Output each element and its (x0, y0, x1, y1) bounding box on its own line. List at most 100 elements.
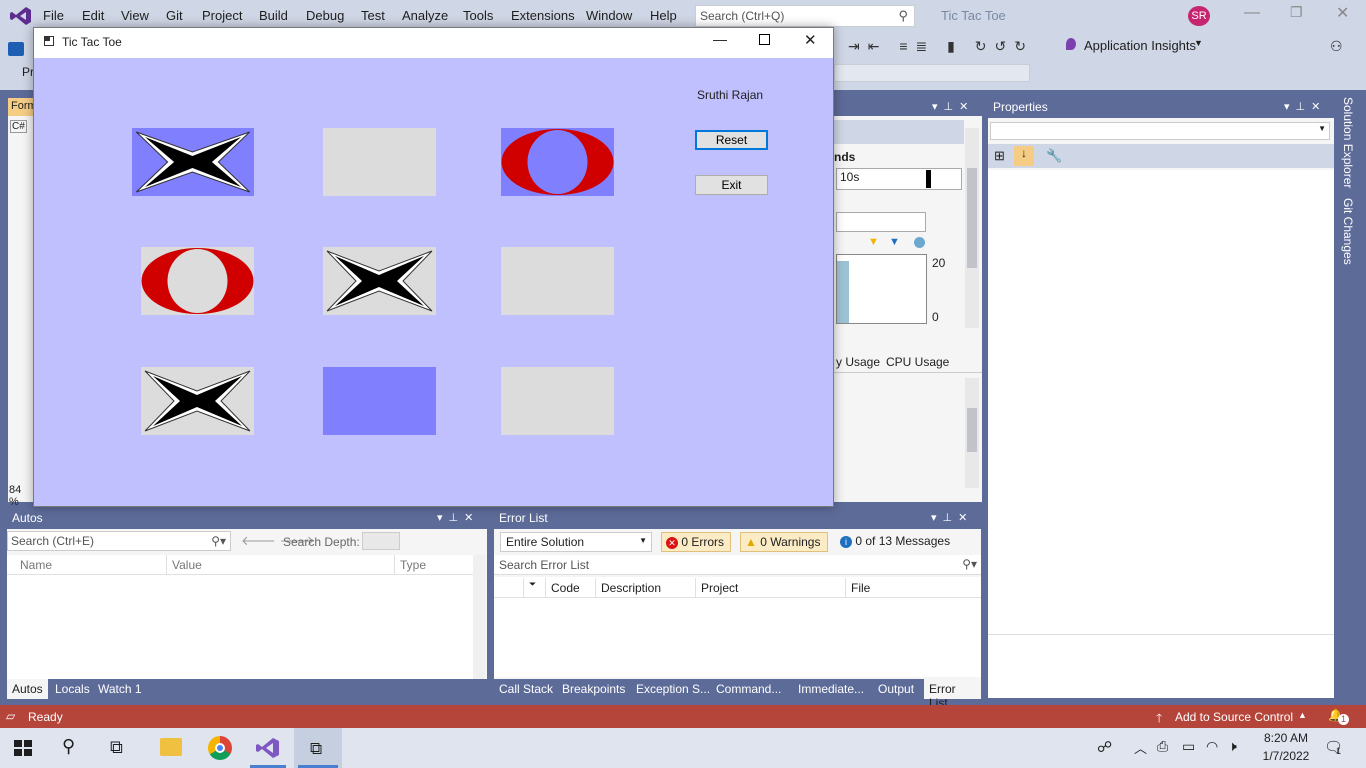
error-search-input[interactable]: Search Error List ⚲▾ (494, 555, 981, 575)
menu-window[interactable]: Window (586, 8, 632, 23)
alphabetical-icon[interactable]: ↓ (1014, 146, 1034, 166)
scope-select[interactable]: Entire Solution ▼ (500, 532, 652, 552)
tab-immediate[interactable]: Immediate... (793, 679, 869, 699)
cell-r2c2[interactable] (323, 247, 436, 315)
search-icon[interactable]: ⚲ (62, 736, 75, 757)
tab-cpu-usage[interactable]: CPU Usage (886, 355, 949, 369)
chevron-down-icon[interactable]: ▼ (1194, 38, 1203, 48)
menu-git[interactable]: Git (166, 8, 183, 23)
restore-icon[interactable]: ❐ (1290, 4, 1303, 21)
designer-tab[interactable]: Form (8, 98, 34, 116)
menu-analyze[interactable]: Analyze (402, 8, 448, 23)
messages-filter-button[interactable]: i 0 of 13 Messages (836, 532, 956, 552)
menu-view[interactable]: View (121, 8, 149, 23)
tab-output[interactable]: Output (873, 679, 919, 699)
vs-search-input[interactable]: Search (Ctrl+Q) ⚲ (695, 5, 915, 27)
people-icon[interactable]: ☍ (1097, 738, 1112, 756)
tictactoe-window: Tic Tac Toe — ✕ Sruthi Rajan Reset Exit (33, 27, 834, 507)
col-description[interactable]: Description (596, 578, 696, 598)
nav-back-icon[interactable] (8, 42, 24, 56)
cell-r1c1[interactable] (132, 128, 254, 196)
user-avatar[interactable]: SR (1188, 6, 1210, 26)
windows-start-icon[interactable] (14, 740, 32, 756)
add-to-source-control[interactable]: Add to Source Control (1175, 710, 1293, 724)
errors-filter-button[interactable]: ✕ 0 Errors (661, 532, 731, 552)
categorized-icon[interactable]: ⊞ (994, 148, 1005, 164)
minimize-icon[interactable]: — (1244, 4, 1260, 22)
chrome-icon[interactable] (208, 736, 232, 760)
tab-locals[interactable]: Locals (50, 679, 95, 699)
col-project[interactable]: Project (696, 578, 846, 598)
window-minimize-icon[interactable]: — (713, 31, 727, 47)
tab-watch[interactable]: Watch 1 (93, 679, 147, 699)
tab-breakpoints[interactable]: Breakpoints (557, 679, 630, 699)
tab-autos[interactable]: Autos (7, 679, 48, 699)
panel-controls-icons[interactable]: ▾⊥✕ (932, 100, 974, 113)
menu-help[interactable]: Help (650, 8, 677, 23)
diag-scrollbar[interactable] (965, 128, 979, 328)
window-titlebar[interactable]: Tic Tac Toe — ✕ (34, 28, 833, 58)
clock-time[interactable]: 8:20 AM (1258, 731, 1314, 745)
tab-exception-settings[interactable]: Exception S... (631, 679, 715, 699)
visual-studio-taskbar-icon[interactable] (256, 736, 280, 760)
live-share-icon[interactable]: ⚇ (1330, 38, 1343, 55)
printer-icon[interactable]: ⎙ (1157, 738, 1168, 755)
app-insights-button[interactable]: Application Insights (1084, 38, 1196, 53)
panel-controls-icons[interactable]: ▾⊥✕ (931, 511, 973, 524)
tab-command[interactable]: Command... (711, 679, 786, 699)
col-code[interactable]: Code (546, 578, 596, 598)
exit-button[interactable]: Exit (695, 175, 768, 195)
toolbar-dropdown[interactable] (834, 64, 1030, 82)
battery-icon[interactable]: ▭ (1182, 738, 1195, 755)
warnings-filter-button[interactable]: ▲ 0 Warnings (740, 532, 828, 552)
col-name[interactable]: Name (15, 555, 167, 575)
cell-r3c2[interactable] (323, 367, 436, 435)
search-depth-select[interactable] (362, 532, 400, 550)
cell-r1c2[interactable] (323, 128, 436, 196)
menu-build[interactable]: Build (259, 8, 288, 23)
window-maximize-icon[interactable] (759, 34, 770, 45)
panel-controls-icons[interactable]: ▾⊥✕ (1284, 100, 1326, 113)
show-hidden-icons[interactable]: ︿ (1134, 738, 1147, 757)
menu-extensions[interactable]: Extensions (511, 8, 575, 23)
tab-call-stack[interactable]: Call Stack (494, 679, 558, 699)
col-value[interactable]: Value (167, 555, 395, 575)
tab-error-list[interactable]: Error List (924, 679, 981, 710)
cell-r2c1[interactable] (141, 247, 254, 315)
tictactoe-taskbar-button[interactable]: ⧉ (294, 728, 342, 768)
zoom-level[interactable]: 84 % (9, 484, 34, 508)
menu-tools[interactable]: Tools (463, 8, 493, 23)
menu-test[interactable]: Test (361, 8, 385, 23)
autos-scrollbar[interactable] (473, 555, 485, 679)
solution-explorer-tab[interactable]: Solution Explorer (1341, 97, 1355, 188)
diag-input[interactable] (836, 212, 926, 232)
cell-r2c3[interactable] (501, 247, 614, 315)
property-pages-icon[interactable]: 🔧 (1046, 148, 1062, 164)
git-changes-tab[interactable]: Git Changes (1341, 198, 1355, 265)
autos-search-input[interactable]: Search (Ctrl+E) ⚲▾ (7, 531, 231, 551)
cell-r3c1[interactable] (141, 367, 254, 435)
chevron-up-icon[interactable]: ▲ (1298, 710, 1307, 720)
panel-controls-icons[interactable]: ▾⊥✕ (437, 511, 479, 524)
wifi-icon[interactable]: ◠ (1206, 738, 1218, 755)
close-icon[interactable]: ✕ (1336, 3, 1349, 23)
cell-r1c3[interactable] (501, 128, 614, 196)
col-file[interactable]: File (846, 578, 981, 598)
file-explorer-icon[interactable] (160, 738, 182, 756)
reset-button[interactable]: Reset (695, 130, 768, 150)
task-view-icon[interactable]: ⧉ (110, 737, 123, 758)
properties-object-select[interactable]: ▼ (990, 122, 1330, 140)
toolbar-edit-icons[interactable]: ⇥⇤ ≡≣ ▮ ↻↺↻ (848, 38, 1034, 55)
menu-file[interactable]: File (43, 8, 64, 23)
timeline-cursor[interactable] (926, 170, 931, 188)
volume-muted-icon[interactable]: 🕨 (1228, 738, 1237, 755)
cell-r3c3[interactable] (501, 367, 614, 435)
menu-edit[interactable]: Edit (82, 8, 104, 23)
window-close-icon[interactable]: ✕ (804, 31, 817, 49)
tab-memory-usage[interactable]: y Usage (836, 355, 880, 369)
diag-lower-scrollbar[interactable] (965, 378, 979, 488)
clock-date[interactable]: 1/7/2022 (1258, 749, 1314, 763)
menu-debug[interactable]: Debug (306, 8, 344, 23)
col-type[interactable]: Type (395, 555, 477, 575)
menu-project[interactable]: Project (202, 8, 242, 23)
